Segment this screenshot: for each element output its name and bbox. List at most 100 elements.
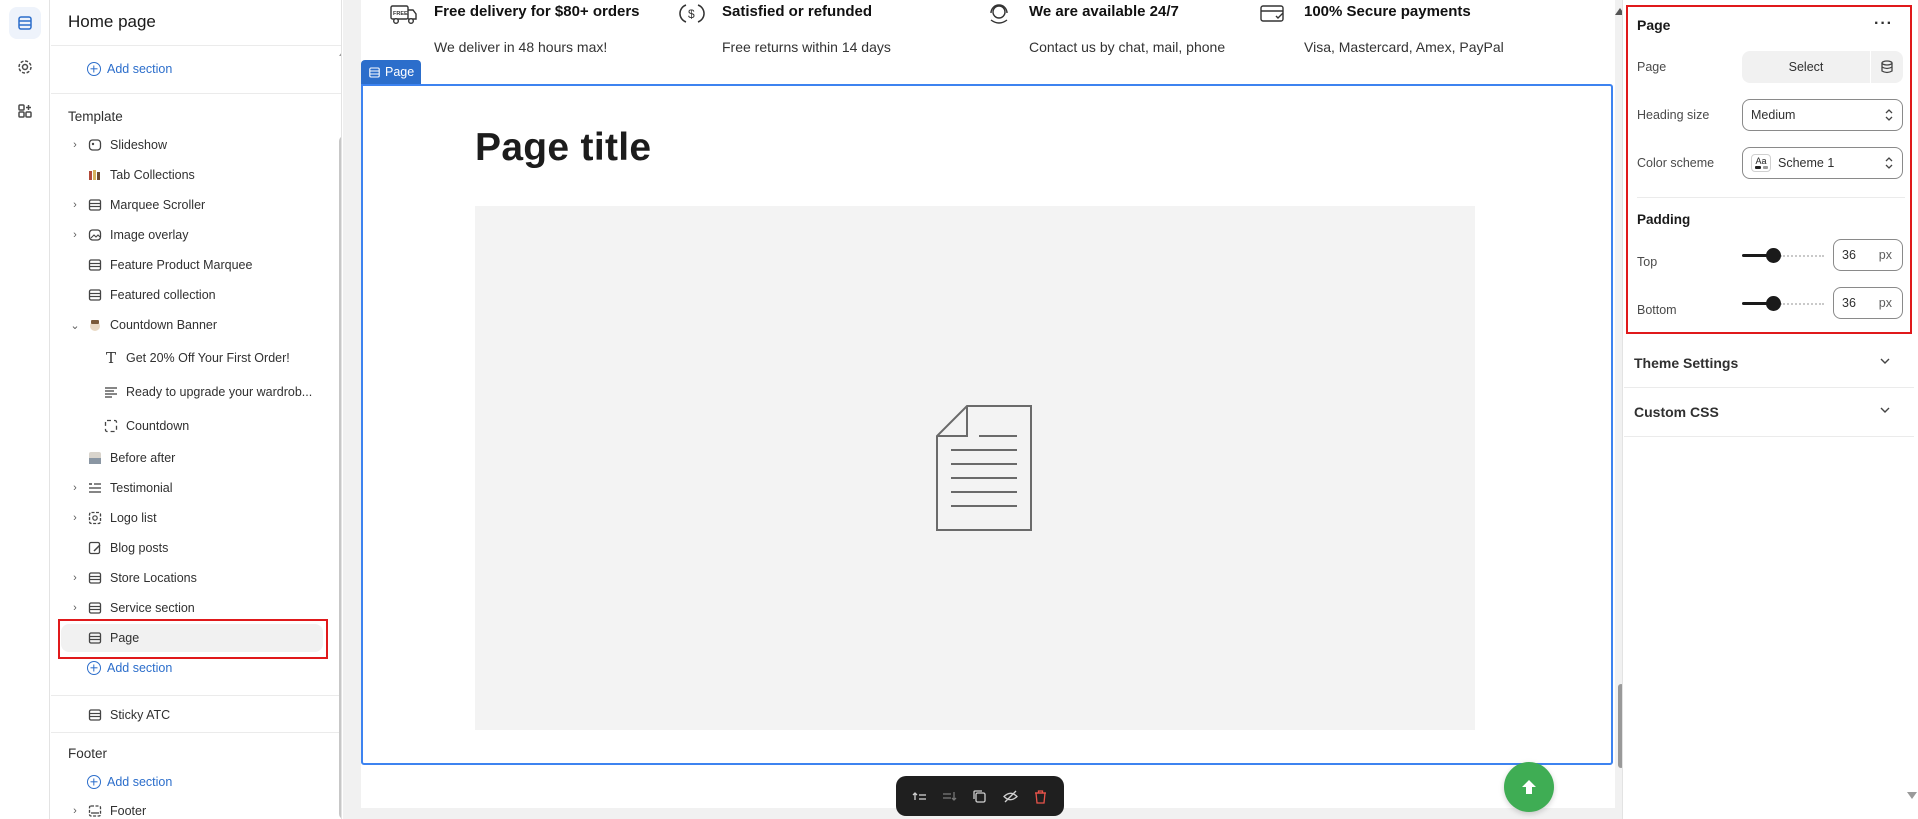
secure-card-icon [1260,5,1284,22]
slider-handle[interactable] [1766,296,1781,311]
padding-bottom-input[interactable]: 36 px [1833,287,1903,319]
block-countdown[interactable]: › Countdown [77,412,323,440]
feature-subtitle: Free returns within 14 days [722,39,891,55]
hide-button[interactable] [996,782,1024,810]
section-toolbar [896,776,1064,816]
add-section-label: Add section [107,62,173,76]
padding-bottom-slider[interactable] [1742,296,1824,311]
duplicate-button[interactable] [966,782,994,810]
section-label: Feature Product Marquee [110,258,253,272]
section-tab-collections[interactable]: › Tab Collections [61,161,323,189]
feature-subtitle: Visa, Mastercard, Amex, PayPal [1304,39,1504,55]
add-section-header-button[interactable]: Add section [87,62,172,76]
section-testimonial[interactable]: › Testimonial [61,474,323,502]
theme-settings-accordion[interactable]: Theme Settings [1624,340,1914,388]
block-label: Ready to upgrade your wardrob... [126,385,313,399]
add-section-template-button[interactable]: Add section [87,661,172,675]
chevron-down-icon [1880,358,1890,364]
chevron-right-icon[interactable]: › [68,481,82,495]
move-down-button[interactable] [936,782,964,810]
section-icon [369,66,380,78]
section-image-overlay[interactable]: › Image overlay [61,221,323,249]
scroll-up-arrow-icon[interactable] [339,49,341,56]
move-up-button[interactable] [905,782,933,810]
plus-circle-icon [87,661,101,675]
scroll-to-top-button[interactable] [1504,762,1554,812]
section-slideshow[interactable]: › Slideshow [61,131,323,159]
header-divider [51,45,341,46]
plus-circle-icon [87,62,101,76]
chevron-right-icon[interactable]: › [68,198,82,212]
more-options-icon[interactable]: ··· [1874,15,1893,33]
section-logo-list[interactable]: › Logo list [61,504,323,532]
free-badge-text: FREE [393,11,408,17]
section-blog-posts[interactable]: › Blog posts [61,534,323,562]
dashed-box-icon [103,418,119,434]
apps-icon[interactable] [9,95,41,127]
section-before-after[interactable]: › Before after [61,444,323,472]
feature-subtitle: Contact us by chat, mail, phone [1029,39,1226,55]
heading-size-select[interactable]: Medium [1742,99,1903,131]
section-icon [87,257,103,273]
image-icon [87,227,103,243]
feature-secure-payments: 100% Secure payments Visa, Mastercard, A… [1260,0,1520,60]
custom-css-accordion[interactable]: Custom CSS [1624,389,1914,437]
color-scheme-select[interactable]: Aa Scheme 1 [1742,147,1903,179]
section-service-section[interactable]: › Service section [61,594,323,622]
section-store-locations[interactable]: › Store Locations [61,564,323,592]
page-section-tag[interactable]: Page [361,60,421,84]
section-label: Sticky ATC [110,708,171,722]
section-sticky-atc[interactable]: › Sticky ATC [61,701,323,729]
page-section-frame[interactable]: Page title [361,84,1613,765]
chevron-right-icon[interactable]: › [68,228,82,242]
select-arrows-icon [1885,157,1893,169]
section-countdown-banner[interactable]: ⌄ Countdown Banner [61,311,323,339]
delete-button[interactable] [1027,782,1055,810]
add-section-label: Add section [107,775,173,789]
gear-icon[interactable] [9,51,41,83]
chevron-right-icon[interactable]: › [68,804,82,818]
dynamic-source-button[interactable] [1871,51,1903,83]
section-featured-collection[interactable]: › Featured collection [61,281,323,309]
add-section-footer-button[interactable]: Add section [87,775,172,789]
sidebar-scrollbar[interactable] [339,136,341,819]
section-label: Slideshow [110,138,167,152]
arrow-up-icon [1522,780,1536,794]
blog-icon [87,540,103,556]
padding-top-slider[interactable] [1742,248,1824,263]
custom-image-icon [87,317,103,333]
sections-icon[interactable] [9,7,41,39]
eye-off-icon [1002,790,1018,802]
page-title-label: Home page [68,12,156,31]
color-scheme-label: Color scheme [1637,156,1715,170]
custom-image-icon [87,167,103,183]
page-select-button[interactable]: Select [1742,51,1870,83]
chevron-right-icon[interactable]: › [68,511,82,525]
section-marquee-scroller[interactable]: › Marquee Scroller [61,191,323,219]
icon-rail [0,0,50,819]
section-feature-product-marquee[interactable]: › Feature Product Marquee [61,251,323,279]
truck-icon: FREE [390,5,417,25]
chevron-right-icon[interactable]: › [68,571,82,585]
scroll-down-arrow-icon[interactable] [1907,792,1917,799]
chevron-right-icon[interactable]: › [68,601,82,615]
settings-title: Page [1637,17,1671,33]
chevron-right-icon[interactable]: › [68,138,82,152]
color-scheme-value: Scheme 1 [1778,156,1835,170]
highlight-box [58,619,328,659]
block-text[interactable]: › Ready to upgrade your wardrob... [77,378,323,406]
padding-top-input[interactable]: 36 px [1833,239,1903,271]
slider-handle[interactable] [1766,248,1781,263]
section-footer[interactable]: › Footer [61,797,323,819]
settings-highlight-box: Page ··· Page Select Heading size Medium… [1626,5,1912,334]
move-up-icon [912,791,926,800]
sections-sidebar: Home page Add section Template › Slidesh… [51,0,342,819]
block-label: Get 20% Off Your First Order! [126,351,290,365]
feature-free-delivery: FREE Free delivery for $80+ orders We de… [390,0,650,60]
block-heading[interactable]: › T Get 20% Off Your First Order! [77,344,323,372]
trash-icon [1035,789,1047,804]
section-label: Countdown Banner [110,318,218,332]
section-label: Service section [110,601,195,615]
chevron-down-icon[interactable]: ⌄ [68,318,82,332]
custom-image-icon [87,450,103,466]
